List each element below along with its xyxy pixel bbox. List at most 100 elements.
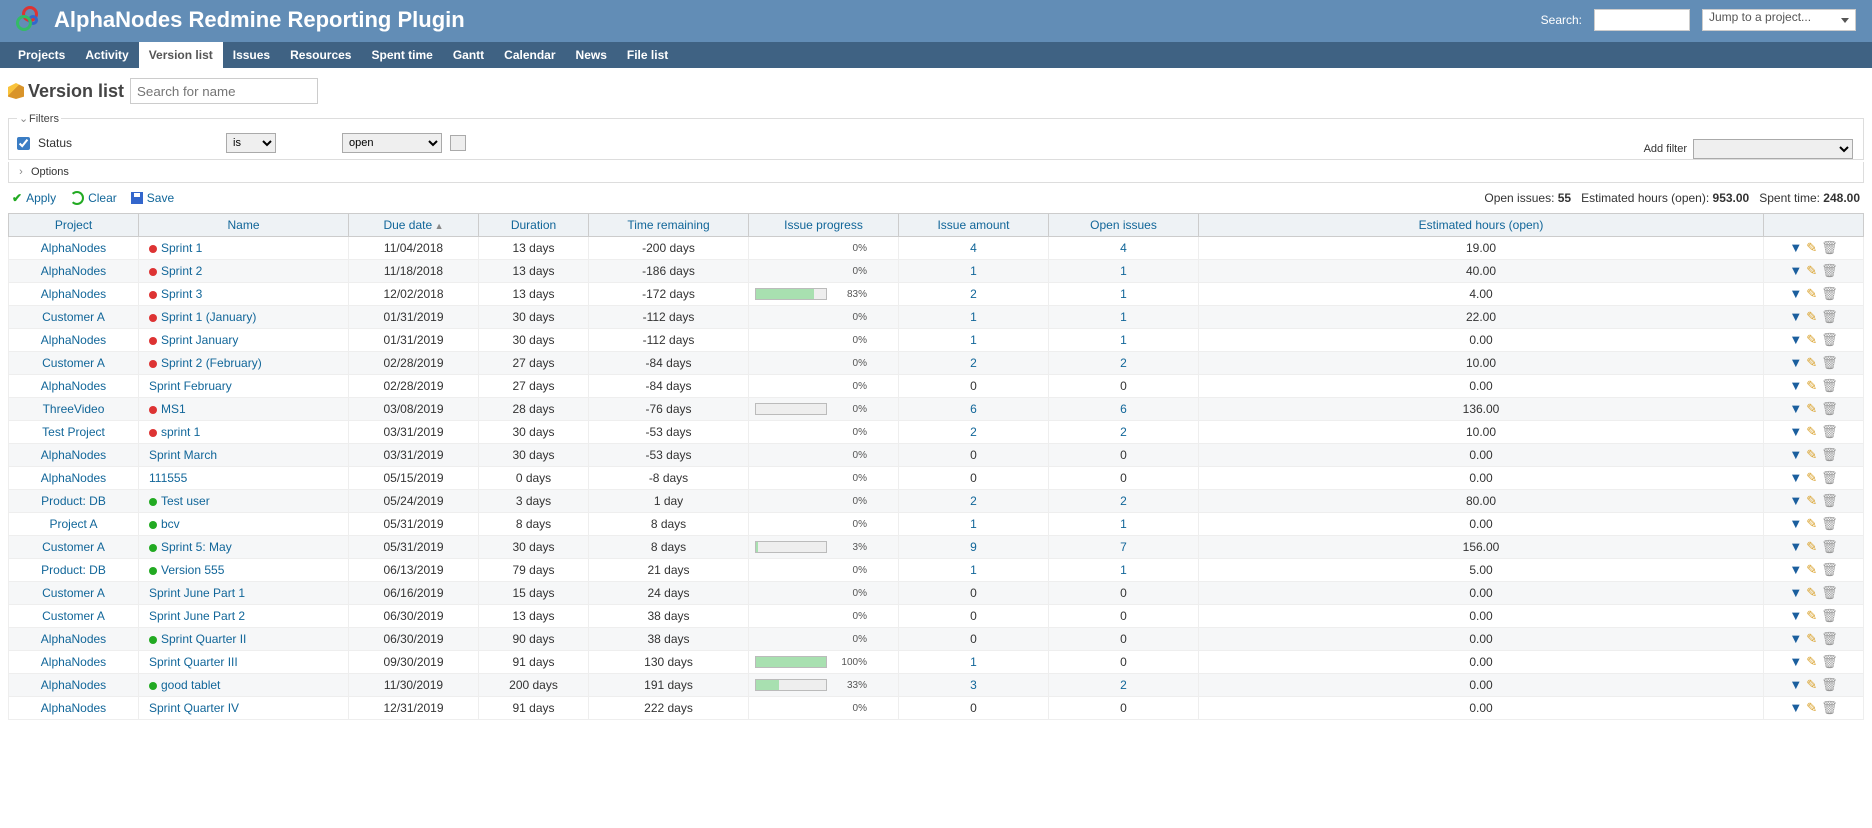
amount-link[interactable]: 1: [970, 264, 977, 278]
version-link[interactable]: Test user: [161, 494, 210, 508]
project-link[interactable]: AlphaNodes: [41, 287, 106, 301]
edit-icon[interactable]: ✎: [1804, 447, 1819, 462]
filter-icon[interactable]: ▼: [1787, 263, 1804, 278]
status-value-select[interactable]: open: [342, 133, 442, 153]
filter-icon[interactable]: ▼: [1787, 677, 1804, 692]
filter-icon[interactable]: ▼: [1787, 516, 1804, 531]
version-link[interactable]: Sprint 1: [161, 241, 202, 255]
delete-icon[interactable]: 🗑: [1819, 516, 1840, 531]
filter-icon[interactable]: ▼: [1787, 240, 1804, 255]
status-filter-checkbox[interactable]: [17, 137, 30, 150]
version-link[interactable]: Version 555: [161, 563, 224, 577]
delete-icon[interactable]: 🗑: [1819, 631, 1840, 646]
nav-projects[interactable]: Projects: [8, 42, 75, 68]
amount-link[interactable]: 1: [970, 655, 977, 669]
col-est-hours[interactable]: Estimated hours (open): [1199, 214, 1764, 237]
delete-icon[interactable]: 🗑: [1819, 608, 1840, 623]
col-name[interactable]: Name: [139, 214, 349, 237]
open-link[interactable]: 2: [1120, 678, 1127, 692]
delete-icon[interactable]: 🗑: [1819, 424, 1840, 439]
open-link[interactable]: 1: [1120, 264, 1127, 278]
options-toggle[interactable]: ›Options: [8, 162, 1864, 183]
project-link[interactable]: Product: DB: [41, 563, 106, 577]
version-link[interactable]: Sprint February: [149, 379, 232, 393]
nav-spent-time[interactable]: Spent time: [361, 42, 442, 68]
version-link[interactable]: Sprint 2: [161, 264, 202, 278]
edit-icon[interactable]: ✎: [1804, 562, 1819, 577]
filter-icon[interactable]: ▼: [1787, 608, 1804, 623]
delete-icon[interactable]: 🗑: [1819, 401, 1840, 416]
project-link[interactable]: AlphaNodes: [41, 241, 106, 255]
open-link[interactable]: 6: [1120, 402, 1127, 416]
open-link[interactable]: 2: [1120, 356, 1127, 370]
delete-icon[interactable]: 🗑: [1819, 240, 1840, 255]
project-link[interactable]: AlphaNodes: [41, 471, 106, 485]
project-link[interactable]: Customer A: [42, 540, 105, 554]
nav-news[interactable]: News: [566, 42, 617, 68]
toggle-filter-button[interactable]: [450, 135, 466, 151]
nav-calendar[interactable]: Calendar: [494, 42, 565, 68]
filters-legend[interactable]: ⌄Filters: [17, 112, 61, 125]
project-link[interactable]: AlphaNodes: [41, 632, 106, 646]
filter-icon[interactable]: ▼: [1787, 401, 1804, 416]
project-link[interactable]: AlphaNodes: [41, 655, 106, 669]
delete-icon[interactable]: 🗑: [1819, 677, 1840, 692]
delete-icon[interactable]: 🗑: [1819, 585, 1840, 600]
project-link[interactable]: Product: DB: [41, 494, 106, 508]
version-link[interactable]: Sprint June Part 1: [149, 586, 245, 600]
filter-icon[interactable]: ▼: [1787, 309, 1804, 324]
amount-link[interactable]: 2: [970, 494, 977, 508]
delete-icon[interactable]: 🗑: [1819, 700, 1840, 715]
version-link[interactable]: Sprint January: [161, 333, 238, 347]
edit-icon[interactable]: ✎: [1804, 654, 1819, 669]
edit-icon[interactable]: ✎: [1804, 263, 1819, 278]
project-link[interactable]: Customer A: [42, 609, 105, 623]
filter-icon[interactable]: ▼: [1787, 470, 1804, 485]
filter-icon[interactable]: ▼: [1787, 539, 1804, 554]
nav-file-list[interactable]: File list: [617, 42, 678, 68]
col-duration[interactable]: Duration: [479, 214, 589, 237]
open-link[interactable]: 1: [1120, 517, 1127, 531]
col-due-date[interactable]: Due date: [349, 214, 479, 237]
version-link[interactable]: bcv: [161, 517, 180, 531]
filter-icon[interactable]: ▼: [1787, 355, 1804, 370]
version-link[interactable]: Sprint Quarter II: [161, 632, 246, 646]
amount-link[interactable]: 1: [970, 563, 977, 577]
version-link[interactable]: Sprint March: [149, 448, 217, 462]
filter-icon[interactable]: ▼: [1787, 585, 1804, 600]
apply-button[interactable]: ✔Apply: [12, 191, 56, 205]
status-operator-select[interactable]: is: [226, 133, 276, 153]
version-link[interactable]: MS1: [161, 402, 186, 416]
col-open-issues[interactable]: Open issues: [1049, 214, 1199, 237]
version-link[interactable]: Sprint 5: May: [161, 540, 232, 554]
version-link[interactable]: Sprint 2 (February): [161, 356, 262, 370]
amount-link[interactable]: 1: [970, 517, 977, 531]
amount-link[interactable]: 4: [970, 241, 977, 255]
edit-icon[interactable]: ✎: [1804, 700, 1819, 715]
amount-link[interactable]: 1: [970, 310, 977, 324]
filter-icon[interactable]: ▼: [1787, 447, 1804, 462]
amount-link[interactable]: 2: [970, 287, 977, 301]
filter-icon[interactable]: ▼: [1787, 286, 1804, 301]
delete-icon[interactable]: 🗑: [1819, 263, 1840, 278]
edit-icon[interactable]: ✎: [1804, 424, 1819, 439]
version-link[interactable]: Sprint Quarter III: [149, 655, 238, 669]
delete-icon[interactable]: 🗑: [1819, 378, 1840, 393]
open-link[interactable]: 2: [1120, 425, 1127, 439]
edit-icon[interactable]: ✎: [1804, 355, 1819, 370]
nav-activity[interactable]: Activity: [75, 42, 138, 68]
project-link[interactable]: Customer A: [42, 310, 105, 324]
delete-icon[interactable]: 🗑: [1819, 447, 1840, 462]
filter-icon[interactable]: ▼: [1787, 562, 1804, 577]
version-link[interactable]: Sprint 3: [161, 287, 202, 301]
project-link[interactable]: ThreeVideo: [43, 402, 105, 416]
version-link[interactable]: Sprint 1 (January): [161, 310, 256, 324]
name-search-input[interactable]: [130, 78, 318, 104]
edit-icon[interactable]: ✎: [1804, 401, 1819, 416]
amount-link[interactable]: 1: [970, 333, 977, 347]
version-link[interactable]: Sprint June Part 2: [149, 609, 245, 623]
edit-icon[interactable]: ✎: [1804, 493, 1819, 508]
delete-icon[interactable]: 🗑: [1819, 470, 1840, 485]
nav-resources[interactable]: Resources: [280, 42, 361, 68]
nav-gantt[interactable]: Gantt: [443, 42, 494, 68]
